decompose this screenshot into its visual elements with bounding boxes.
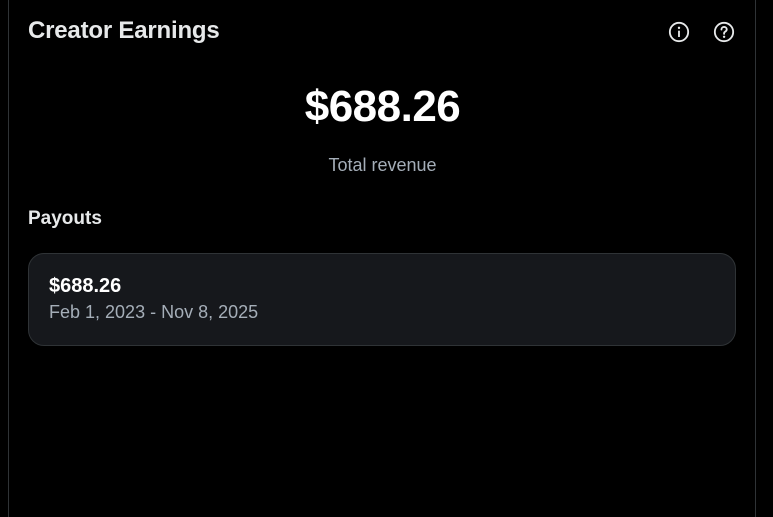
payouts-section-title: Payouts xyxy=(28,208,102,229)
payout-card[interactable]: $688.26 Feb 1, 2023 - Nov 8, 2025 xyxy=(28,253,736,346)
info-button[interactable] xyxy=(667,20,691,44)
payout-date-range: Feb 1, 2023 - Nov 8, 2025 xyxy=(49,302,259,322)
total-revenue-amount: $688.26 xyxy=(304,82,461,131)
help-button[interactable] xyxy=(712,20,736,44)
payout-amount: $688.26 xyxy=(49,275,122,297)
question-circle-icon xyxy=(713,21,735,43)
total-revenue-label: Total revenue xyxy=(328,155,437,175)
page-title: Creator Earnings xyxy=(28,17,220,44)
info-circle-icon xyxy=(668,21,690,43)
